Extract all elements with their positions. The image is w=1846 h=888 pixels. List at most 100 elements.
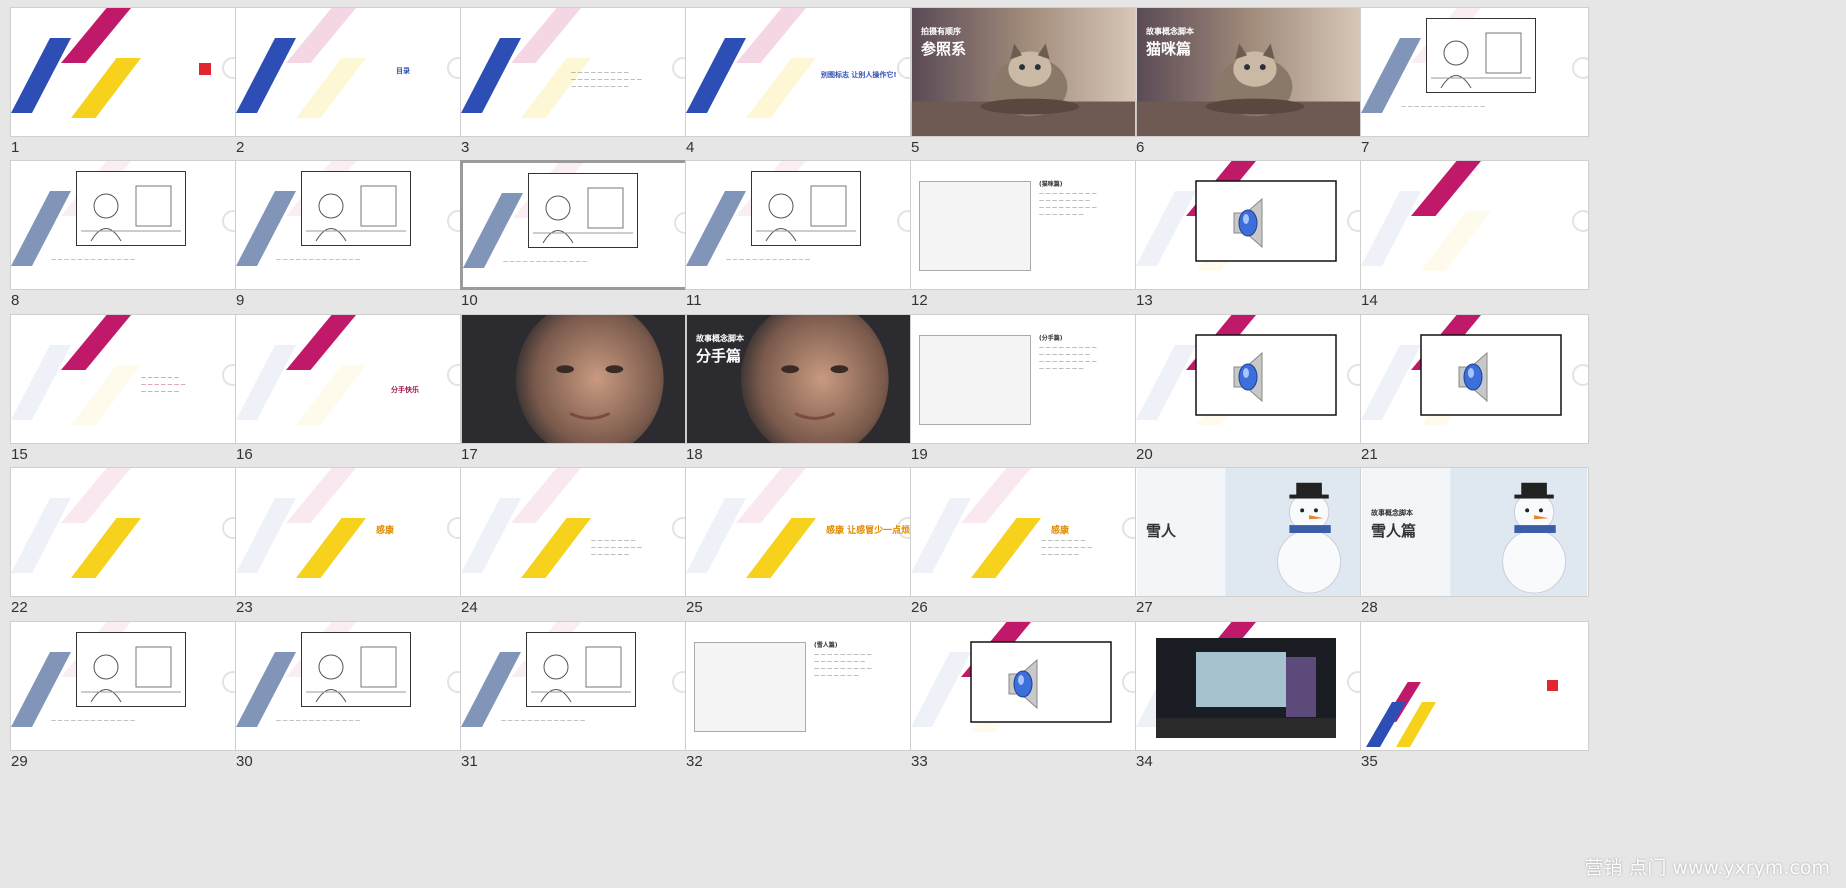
storyboard-panels — [919, 335, 1031, 425]
slide-thumbnail-15[interactable]: 2— — — — — — — — — — — — — — — — — — —15 — [0, 307, 239, 465]
slide-canvas[interactable]: 故事概念脚本 猫咪篇 — [1135, 7, 1364, 137]
slide-thumbnail-8[interactable]: — — — — — — — — — — — — —8 — [0, 153, 239, 311]
slide-canvas[interactable]: (猫咪篇) — — — — — — — — — — — — — — — — — —… — [910, 160, 1139, 290]
slide-thumbnail-19[interactable]: (分手篇) — — — — — — — — — — — — — — — — — —… — [900, 307, 1139, 465]
slide-thumbnail-3[interactable]: — — — — — — — — — — — — — — — — — — — — … — [450, 0, 689, 158]
slide-title: 雪人 — [1146, 522, 1177, 540]
slide-canvas[interactable] — [1360, 621, 1589, 751]
slide-thumbnail-1[interactable]: 1 — [0, 0, 239, 158]
slide-title: 猫咪篇 — [1146, 40, 1192, 58]
slide-canvas[interactable]: 2 — — — — — — — — — — — — — — — — — — — — [10, 314, 239, 444]
slide-thumbnail-26[interactable]: 感康 — — — — — — — — — — — — — — — — — — — … — [900, 460, 1139, 618]
slide-canvas[interactable]: — — — — — — — — — — — — — — [10, 621, 239, 751]
slide-canvas[interactable]: 2 分手快乐 — [235, 314, 464, 444]
slide-sorter-grid: 1 目录 2— — — — — — — — — — — — — — — — — — … — [0, 0, 1846, 888]
slide-canvas[interactable]: 别图标志 让别人操作它! — [685, 7, 914, 137]
slide-thumbnail-33[interactable]: 33 — [900, 614, 1139, 772]
slide-canvas[interactable]: (分手篇) — — — — — — — — — — — — — — — — — —… — [910, 314, 1139, 444]
slide-subtitle: 拍摄有顺序 — [921, 27, 961, 36]
slide-thumbnail-7[interactable]: — — — — — — — — — — — — —7 — [1350, 0, 1589, 158]
slide-canvas[interactable]: 目录 — [235, 7, 464, 137]
body-text: — — — — — — — — — — — — — — — — — — — — … — [591, 538, 643, 558]
slide-thumbnail-18[interactable]: 故事概念脚本 分手篇 18 — [675, 307, 914, 465]
slide-canvas[interactable] — [1135, 160, 1364, 290]
slide-thumbnail-17[interactable]: 17 — [450, 307, 689, 465]
slide-subtitle: 故事概念脚本 — [1146, 27, 1194, 36]
slide-thumbnail-20[interactable]: 20 — [1125, 307, 1364, 465]
speaker-icon — [1195, 334, 1337, 416]
speaker-icon — [1420, 334, 1562, 416]
slide-thumbnail-31[interactable]: — — — — — — — — — — — — — 31 — [450, 614, 689, 772]
slide-canvas[interactable]: — — — — — — — — — — — — — — [460, 160, 689, 290]
slide-thumbnail-35[interactable]: 35 — [1350, 614, 1589, 772]
storyboard-panels — [694, 642, 806, 732]
slide-title: 参照系 — [921, 40, 967, 58]
slide-canvas[interactable]: — — — — — — — — — — — — — — [235, 621, 464, 751]
slide-heading: 感康 — [376, 526, 395, 536]
slide-label: (分手篇) — [1039, 335, 1063, 342]
slide-canvas[interactable] — [10, 467, 239, 597]
slide-number: 32 — [686, 753, 703, 770]
sketch-frame — [76, 171, 186, 246]
video-frame[interactable] — [1136, 622, 1364, 751]
sketch-caption: — — — — — — — — — — — — — — [51, 718, 136, 724]
slide-thumbnail-9[interactable]: — — — — — — — — — — — — —9 — [225, 153, 464, 311]
slide-thumbnail-2[interactable]: 目录 2 — [225, 0, 464, 158]
slide-subtitle: 故事概念脚本 — [1371, 509, 1413, 517]
slide-thumbnail-10[interactable]: — — — — — — — — — — — — —10 — [450, 153, 689, 311]
slide-thumbnail-23[interactable]: 感康 23 — [225, 460, 464, 618]
slide-canvas[interactable] — [10, 7, 239, 137]
slide-thumbnail-16[interactable]: 2 分手快乐 16 — [225, 307, 464, 465]
slide-thumbnail-34[interactable]: 34 — [1125, 614, 1364, 772]
slide-thumbnail-22[interactable]: 22 — [0, 460, 239, 618]
slide-canvas[interactable]: (雪人篇) — — — — — — — — — — — — — — — — — —… — [685, 621, 914, 751]
slide-subtitle: 故事概念脚本 — [696, 334, 744, 343]
slide-canvas[interactable] — [910, 621, 1139, 751]
brand-logo-icon — [199, 63, 211, 75]
slide-canvas[interactable]: 故事概念脚本 雪人篇 — [1360, 467, 1589, 597]
slide-thumbnail-5[interactable]: 拍摄有顺序 参照系 5 — [900, 0, 1139, 158]
slide-canvas[interactable]: — — — — — — — — — — — — — — [685, 160, 914, 290]
slide-canvas[interactable]: — — — — — — — — — — — — — — — — — — — — … — [460, 467, 689, 597]
slide-thumbnail-12[interactable]: (猫咪篇) — — — — — — — — — — — — — — — — — —… — [900, 153, 1139, 311]
slide-canvas[interactable]: — — — — — — — — — — — — — — [235, 160, 464, 290]
slide-canvas[interactable]: 故事概念脚本 分手篇 — [685, 314, 914, 444]
slide-canvas[interactable]: — — — — — — — — — — — — — — [1360, 7, 1589, 137]
slide-canvas[interactable]: — — — — — — — — — — — — — — [460, 621, 689, 751]
slide-canvas[interactable]: — — — — — — — — — — — — — — — — — — — — … — [460, 7, 689, 137]
slide-thumbnail-29[interactable]: — — — — — — — — — — — — — 29 — [0, 614, 239, 772]
slide-thumbnail-28[interactable]: 故事概念脚本 雪人篇 28 — [1350, 460, 1589, 618]
slide-canvas[interactable]: 拍摄有顺序 参照系 — [910, 7, 1139, 137]
slide-canvas[interactable]: 2 — [1360, 160, 1589, 290]
slide-thumbnail-25[interactable]: 感康 让感冒少一点烦恼 25 — [675, 460, 914, 618]
slide-canvas[interactable] — [460, 314, 689, 444]
slide-canvas[interactable]: 感康 — [235, 467, 464, 597]
slide-canvas[interactable] — [1135, 621, 1364, 751]
slide-canvas[interactable]: 感康 — — — — — — — — — — — — — — — — — — — … — [910, 467, 1139, 597]
slide-thumbnail-11[interactable]: — — — — — — — — — — — — —11 — [675, 153, 914, 311]
slide-canvas[interactable]: 雪人 — [1135, 467, 1364, 597]
slide-thumbnail-6[interactable]: 故事概念脚本 猫咪篇 6 — [1125, 0, 1364, 158]
sketch-frame — [526, 632, 636, 707]
sketch-caption: — — — — — — — — — — — — — — [503, 259, 588, 265]
slide-canvas[interactable] — [1360, 314, 1589, 444]
slide-canvas[interactable] — [1135, 314, 1364, 444]
sketch-caption: — — — — — — — — — — — — — — [276, 257, 361, 263]
sketch-caption: — — — — — — — — — — — — — — [1401, 104, 1486, 110]
slide-number: 34 — [1136, 753, 1153, 770]
slide-number: 30 — [236, 753, 253, 770]
slide-thumbnail-4[interactable]: 别图标志 让别人操作它! 4 — [675, 0, 914, 158]
slide-thumbnail-32[interactable]: (雪人篇) — — — — — — — — — — — — — — — — — —… — [675, 614, 914, 772]
slide-thumbnail-14[interactable]: 2 14 — [1350, 153, 1589, 311]
sketch-caption: — — — — — — — — — — — — — — [276, 718, 361, 724]
slide-thumbnail-27[interactable]: 雪人 27 — [1125, 460, 1364, 618]
slide-thumbnail-13[interactable]: 13 — [1125, 153, 1364, 311]
slide-canvas[interactable]: 感康 让感冒少一点烦恼 — [685, 467, 914, 597]
watermark: 营销 点门 www.yxrym.com — [1584, 857, 1830, 879]
slide-thumbnail-24[interactable]: — — — — — — — — — — — — — — — — — — — — … — [450, 460, 689, 618]
slide-thumbnail-30[interactable]: — — — — — — — — — — — — — 30 — [225, 614, 464, 772]
sketch-frame — [76, 632, 186, 707]
slide-thumbnail-21[interactable]: 21 — [1350, 307, 1589, 465]
body-text: — — — — — — — — — — — — — — — — — — — — … — [814, 652, 872, 679]
slide-canvas[interactable]: — — — — — — — — — — — — — — [10, 160, 239, 290]
